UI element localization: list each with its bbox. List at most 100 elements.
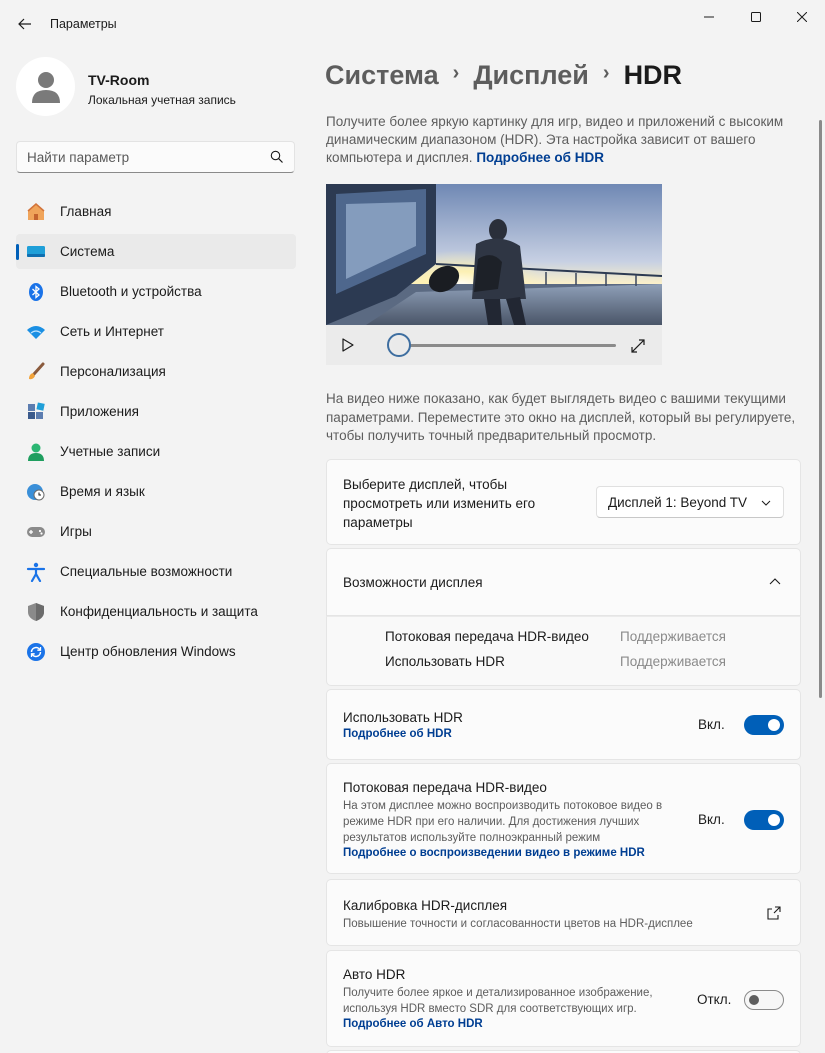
auto-hdr-title: Авто HDR [343, 967, 406, 982]
capability-name: Потоковая передача HDR-видео [385, 629, 589, 644]
video-seek-thumb[interactable] [387, 333, 411, 357]
display-dropdown[interactable]: Дисплей 1: Beyond TV [596, 486, 784, 518]
auto-hdr-learn-more-link[interactable]: Подробнее об Авто HDR [343, 1018, 483, 1030]
sidebar-item-label: Приложения [60, 404, 139, 419]
apps-icon [26, 402, 46, 422]
accessibility-icon [26, 562, 46, 582]
hdr-video-description: На этом дисплее можно воспроизводить пот… [343, 800, 663, 844]
fullscreen-icon[interactable] [630, 338, 646, 354]
hdr-calibration-description: Повышение точности и согласованности цве… [343, 918, 693, 930]
back-arrow-icon [18, 18, 31, 30]
sidebar-item-time-language[interactable]: Время и язык [16, 474, 296, 509]
sidebar-item-label: Конфиденциальность и защита [60, 604, 258, 619]
app-title: Параметры [50, 17, 117, 31]
home-icon [26, 202, 46, 222]
minimize-button[interactable] [686, 2, 732, 32]
chevron-up-icon[interactable] [769, 577, 781, 587]
sidebar-item-home[interactable]: Главная [16, 194, 296, 229]
auto-hdr-state: Откл. [697, 992, 732, 1007]
sidebar-item-label: Персонализация [60, 364, 166, 379]
display-capabilities-body: Потоковая передача HDR-видео Поддерживае… [326, 616, 801, 686]
capability-name: Использовать HDR [385, 654, 505, 669]
breadcrumb: Система › Дисплей › HDR [325, 60, 682, 91]
sidebar-item-label: Игры [60, 524, 92, 539]
hdr-video-toggle[interactable] [744, 810, 784, 830]
sidebar-item-label: Учетные записи [60, 444, 161, 459]
display-capabilities-header[interactable]: Возможности дисплея [326, 548, 801, 616]
search-box[interactable] [16, 141, 295, 173]
intro-text: Получите более яркую картинку для игр, в… [326, 113, 806, 167]
display-select-label: Выберите дисплей, чтобы просмотреть или … [343, 477, 536, 530]
profile-name: TV-Room [88, 72, 150, 88]
video-controls [326, 325, 662, 365]
sidebar-item-accessibility[interactable]: Специальные возможности [16, 554, 296, 589]
system-icon [26, 242, 46, 262]
sidebar-item-label: Bluetooth и устройства [60, 284, 202, 299]
accounts-icon [26, 442, 46, 462]
sidebar-item-label: Специальные возможности [60, 564, 233, 579]
search-input[interactable] [27, 148, 257, 166]
display-capabilities-title: Возможности дисплея [343, 575, 483, 590]
sidebar-item-apps[interactable]: Приложения [16, 394, 296, 429]
hdr-video-card: Потоковая передача HDR-видео На этом дис… [326, 763, 801, 874]
display-dropdown-value: Дисплей 1: Beyond TV [608, 495, 747, 510]
sidebar-item-accounts[interactable]: Учетные записи [16, 434, 296, 469]
hdr-video-state: Вкл. [698, 812, 725, 827]
sidebar-item-label: Сеть и Интернет [60, 324, 164, 339]
auto-hdr-toggle[interactable] [744, 990, 784, 1010]
use-hdr-state: Вкл. [698, 717, 725, 732]
play-icon[interactable] [340, 337, 356, 353]
sidebar-item-gaming[interactable]: Игры [16, 514, 296, 549]
maximize-icon [751, 12, 761, 22]
sidebar-item-windows-update[interactable]: Центр обновления Windows [16, 634, 296, 669]
sidebar-item-label: Система [60, 244, 115, 259]
sidebar-item-system[interactable]: Система [16, 234, 296, 269]
external-link-icon[interactable] [767, 906, 781, 920]
hdr-video-preview [326, 184, 662, 325]
title-bar: Параметры [0, 0, 825, 48]
capability-value: Поддерживается [620, 654, 726, 669]
video-frame-image [326, 184, 662, 325]
close-button[interactable] [779, 2, 825, 32]
minimize-icon [704, 16, 714, 18]
user-profile[interactable]: TV-Room Локальная учетная запись [16, 57, 306, 117]
close-icon [797, 12, 807, 22]
breadcrumb-system[interactable]: Система [325, 60, 439, 91]
learn-more-hdr-link[interactable]: Подробнее об HDR [476, 150, 604, 165]
sidebar-item-bluetooth[interactable]: Bluetooth и устройства [16, 274, 296, 309]
user-silhouette-icon [31, 71, 60, 103]
brush-icon [26, 362, 46, 382]
maximize-button[interactable] [733, 2, 779, 32]
hdr-video-learn-more-link[interactable]: Подробнее о воспроизведении видео в режи… [343, 847, 645, 859]
bluetooth-icon [26, 282, 46, 302]
breadcrumb-separator: › [602, 62, 610, 84]
use-hdr-title: Использовать HDR [343, 710, 463, 725]
update-icon [26, 642, 46, 662]
hdr-calibration-title: Калибровка HDR-дисплея [343, 898, 508, 913]
back-button[interactable] [10, 10, 40, 38]
hdr-calibration-card[interactable]: Калибровка HDR-дисплея Повышение точност… [326, 879, 801, 946]
use-hdr-toggle[interactable] [744, 715, 784, 735]
chevron-down-icon [761, 500, 771, 506]
sidebar: TV-Room Локальная учетная запись Главная… [0, 48, 312, 1053]
breadcrumb-display[interactable]: Дисплей [473, 60, 589, 91]
avatar [16, 57, 75, 116]
use-hdr-learn-more-link[interactable]: Подробнее об HDR [343, 728, 452, 740]
display-select-card: Выберите дисплей, чтобы просмотреть или … [326, 459, 801, 545]
profile-account-type: Локальная учетная запись [88, 93, 236, 107]
auto-hdr-description: Получите более яркое и детализированное … [343, 987, 653, 1015]
search-icon[interactable] [270, 150, 284, 164]
sidebar-item-label: Центр обновления Windows [60, 644, 236, 659]
gamepad-icon [26, 522, 46, 542]
nav-list: Главная Система Bluetooth и устройства С… [16, 194, 296, 674]
scrollbar[interactable] [819, 120, 822, 698]
breadcrumb-separator: › [452, 62, 460, 84]
video-seek-track[interactable] [398, 344, 616, 347]
sidebar-item-privacy[interactable]: Конфиденциальность и защита [16, 594, 296, 629]
time-language-icon [26, 482, 46, 502]
sidebar-item-label: Время и язык [60, 484, 145, 499]
sidebar-item-network[interactable]: Сеть и Интернет [16, 314, 296, 349]
auto-hdr-card: Авто HDR Получите более яркое и детализи… [326, 950, 801, 1047]
use-hdr-card: Использовать HDR Подробнее об HDR Вкл. [326, 689, 801, 760]
sidebar-item-personalization[interactable]: Персонализация [16, 354, 296, 389]
